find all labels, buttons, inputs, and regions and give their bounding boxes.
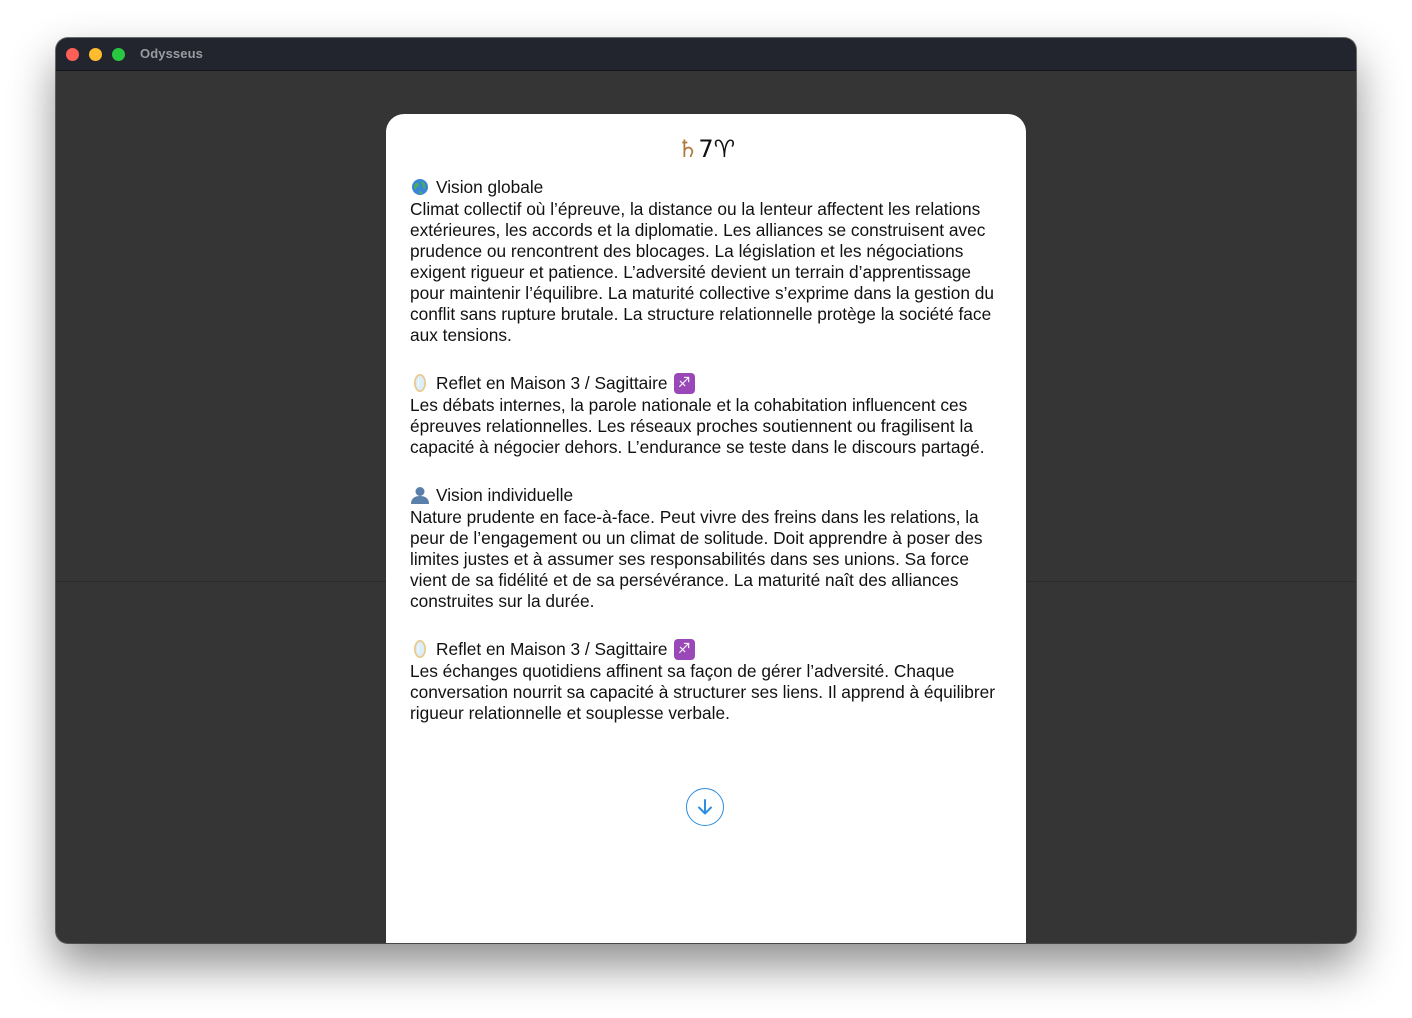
section-body: Nature prudente en face-à-face. Peut viv… <box>410 507 983 611</box>
title-bar[interactable]: Odysseus <box>56 38 1356 71</box>
mirror-icon <box>410 373 430 393</box>
section-reflet-2: Reflet en Maison 3 / Sagittaire ♐ Les éc… <box>410 637 1010 724</box>
aspect-glyphs: ♄7♈ <box>386 134 1026 164</box>
section-vision-individuelle: Vision individuelle Nature prudente en f… <box>410 483 1010 612</box>
saturn-glyph: ♄ <box>676 135 699 163</box>
app-window: Odysseus ♄7♈ Vision globale Climat colle… <box>56 38 1356 943</box>
window-title: Odysseus <box>140 46 203 61</box>
minimize-window-button[interactable] <box>89 48 102 61</box>
section-body: Les débats internes, la parole nationale… <box>410 395 985 457</box>
section-title: Reflet en Maison 3 / Sagittaire <box>436 639 668 659</box>
person-icon <box>410 485 430 505</box>
section-title: Reflet en Maison 3 / Sagittaire <box>436 373 668 393</box>
interpretation-card: ♄7♈ Vision globale Climat collectif où l… <box>386 114 1026 943</box>
section-body: Les échanges quotidiens affinent sa faço… <box>410 661 995 723</box>
aries-glyph: ♈ <box>713 135 736 163</box>
section-body: Climat collectif où l’épreuve, la distan… <box>410 199 995 345</box>
section-vision-globale: Vision globale Climat collectif où l’épr… <box>410 175 1010 346</box>
close-window-button[interactable] <box>66 48 79 61</box>
mirror-icon <box>410 639 430 659</box>
sagittarius-badge: ♐ <box>673 638 695 660</box>
globe-icon <box>410 177 430 197</box>
section-title: Vision individuelle <box>436 485 574 505</box>
sagittarius-badge: ♐ <box>673 372 695 394</box>
section-reflet-1: Reflet en Maison 3 / Sagittaire ♐ Les dé… <box>410 371 1010 458</box>
maximize-window-button[interactable] <box>112 48 125 61</box>
house-number: 7 <box>698 135 714 163</box>
scroll-down-button[interactable] <box>686 788 724 826</box>
section-title: Vision globale <box>436 177 544 197</box>
arrow-down-icon <box>698 799 712 815</box>
interpretation-text: Vision globale Climat collectif où l’épr… <box>410 175 1010 749</box>
